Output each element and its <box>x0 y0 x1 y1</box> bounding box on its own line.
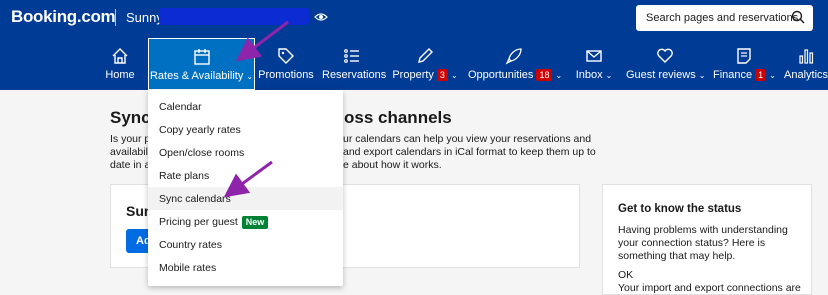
nav-label: Promotions <box>258 69 314 81</box>
intro-text-right-3: e about how it works. <box>343 159 442 171</box>
nav-label: Analytics <box>784 69 828 81</box>
search-input[interactable]: Search pages and reservations <box>646 12 798 24</box>
notification-badge: 1 <box>755 69 767 81</box>
envelope-icon <box>586 50 602 62</box>
nav-reservations[interactable]: Reservations <box>322 38 387 90</box>
menu-item-calendar[interactable]: Calendar <box>148 95 343 118</box>
nav-rates-availability[interactable]: Rates & Availability ⌄ <box>148 38 255 90</box>
booking-logo[interactable]: Booking.com <box>11 7 116 27</box>
menu-item-sync-calendars[interactable]: Sync calendars <box>148 187 343 210</box>
chevron-down-icon: ⌄ <box>769 71 776 80</box>
pencil-icon <box>418 48 433 63</box>
rocket-icon <box>505 48 522 65</box>
notification-badge: 18 <box>536 69 553 81</box>
search-icon[interactable] <box>791 10 805 24</box>
status-ok-label: OK <box>618 269 634 281</box>
intro-text-right-1: ur calendars can help you view your rese… <box>343 133 592 145</box>
nav-promotions[interactable]: Promotions <box>258 38 314 90</box>
logo-divider <box>115 9 116 26</box>
nav-label: Finance <box>713 69 753 81</box>
menu-item-rate-plans[interactable]: Rate plans <box>148 164 343 187</box>
chevron-down-icon: ⌄ <box>698 71 706 80</box>
nav-label: Rates & Availability <box>149 70 244 82</box>
heart-icon <box>657 48 673 63</box>
status-info-card: Get to know the status Having problems w… <box>602 184 812 295</box>
document-icon <box>737 48 751 64</box>
nav-finance[interactable]: Finance 1 ⌄ <box>713 38 776 90</box>
chevron-down-icon: ⌄ <box>246 72 254 81</box>
nav-analytics[interactable]: Analytics <box>784 38 828 90</box>
nav-label: Property <box>392 69 434 81</box>
eye-icon[interactable] <box>314 12 328 22</box>
search-box[interactable]: Search pages and reservations <box>636 5 813 31</box>
nav-label: Reservations <box>322 69 387 81</box>
menu-item-country-rates[interactable]: Country rates <box>148 233 343 256</box>
menu-item-copy-yearly-rates[interactable]: Copy yearly rates <box>148 118 343 141</box>
home-icon <box>112 48 128 64</box>
card-title: Get to know the status <box>618 203 742 215</box>
property-name[interactable]: Sunny <box>126 10 163 25</box>
chevron-down-icon: ⌄ <box>605 71 613 80</box>
new-badge: New <box>241 216 269 229</box>
intro-text-right-2: and export calendars in iCal format to k… <box>343 146 596 158</box>
menu-item-pricing-per-guest[interactable]: Pricing per guest New <box>148 210 343 233</box>
intro-text-left-2: availabili <box>110 146 151 158</box>
calendar-icon <box>193 49 210 65</box>
page-title: Sync <box>110 108 151 127</box>
nav-label: Home <box>105 69 135 81</box>
menu-item-mobile-rates[interactable]: Mobile rates <box>148 256 343 279</box>
rates-availability-dropdown: Calendar Copy yearly rates Open/close ro… <box>148 90 343 286</box>
bar-chart-icon <box>799 49 814 64</box>
notification-badge: 3 <box>436 69 448 81</box>
nav-label: Guest reviews <box>626 69 696 81</box>
nav-label: Inbox <box>575 69 603 81</box>
status-description: Your import and export connections are <box>618 282 801 294</box>
nav-home[interactable]: Home <box>100 38 140 90</box>
nav-property[interactable]: Property 3 ⌄ <box>391 38 459 90</box>
page-title-end: oss channels <box>344 108 452 127</box>
nav-label: Opportunities <box>468 69 534 81</box>
tag-icon <box>278 48 294 64</box>
top-header: Booking.com Sunny Search pages and reser… <box>0 0 828 90</box>
list-icon <box>344 49 359 63</box>
nav-guest-reviews[interactable]: Guest reviews ⌄ <box>626 38 706 90</box>
card-body: Having problems with understanding your … <box>618 224 788 262</box>
nav-inbox[interactable]: Inbox ⌄ <box>572 38 616 90</box>
chevron-down-icon: ⌄ <box>555 71 563 80</box>
nav-opportunities[interactable]: Opportunities 18 ⌄ <box>468 38 563 90</box>
chevron-down-icon: ⌄ <box>450 71 458 80</box>
redacted-property-id <box>159 8 309 25</box>
menu-item-label: Pricing per guest <box>159 216 238 228</box>
menu-item-open-close-rooms[interactable]: Open/close rooms <box>148 141 343 164</box>
